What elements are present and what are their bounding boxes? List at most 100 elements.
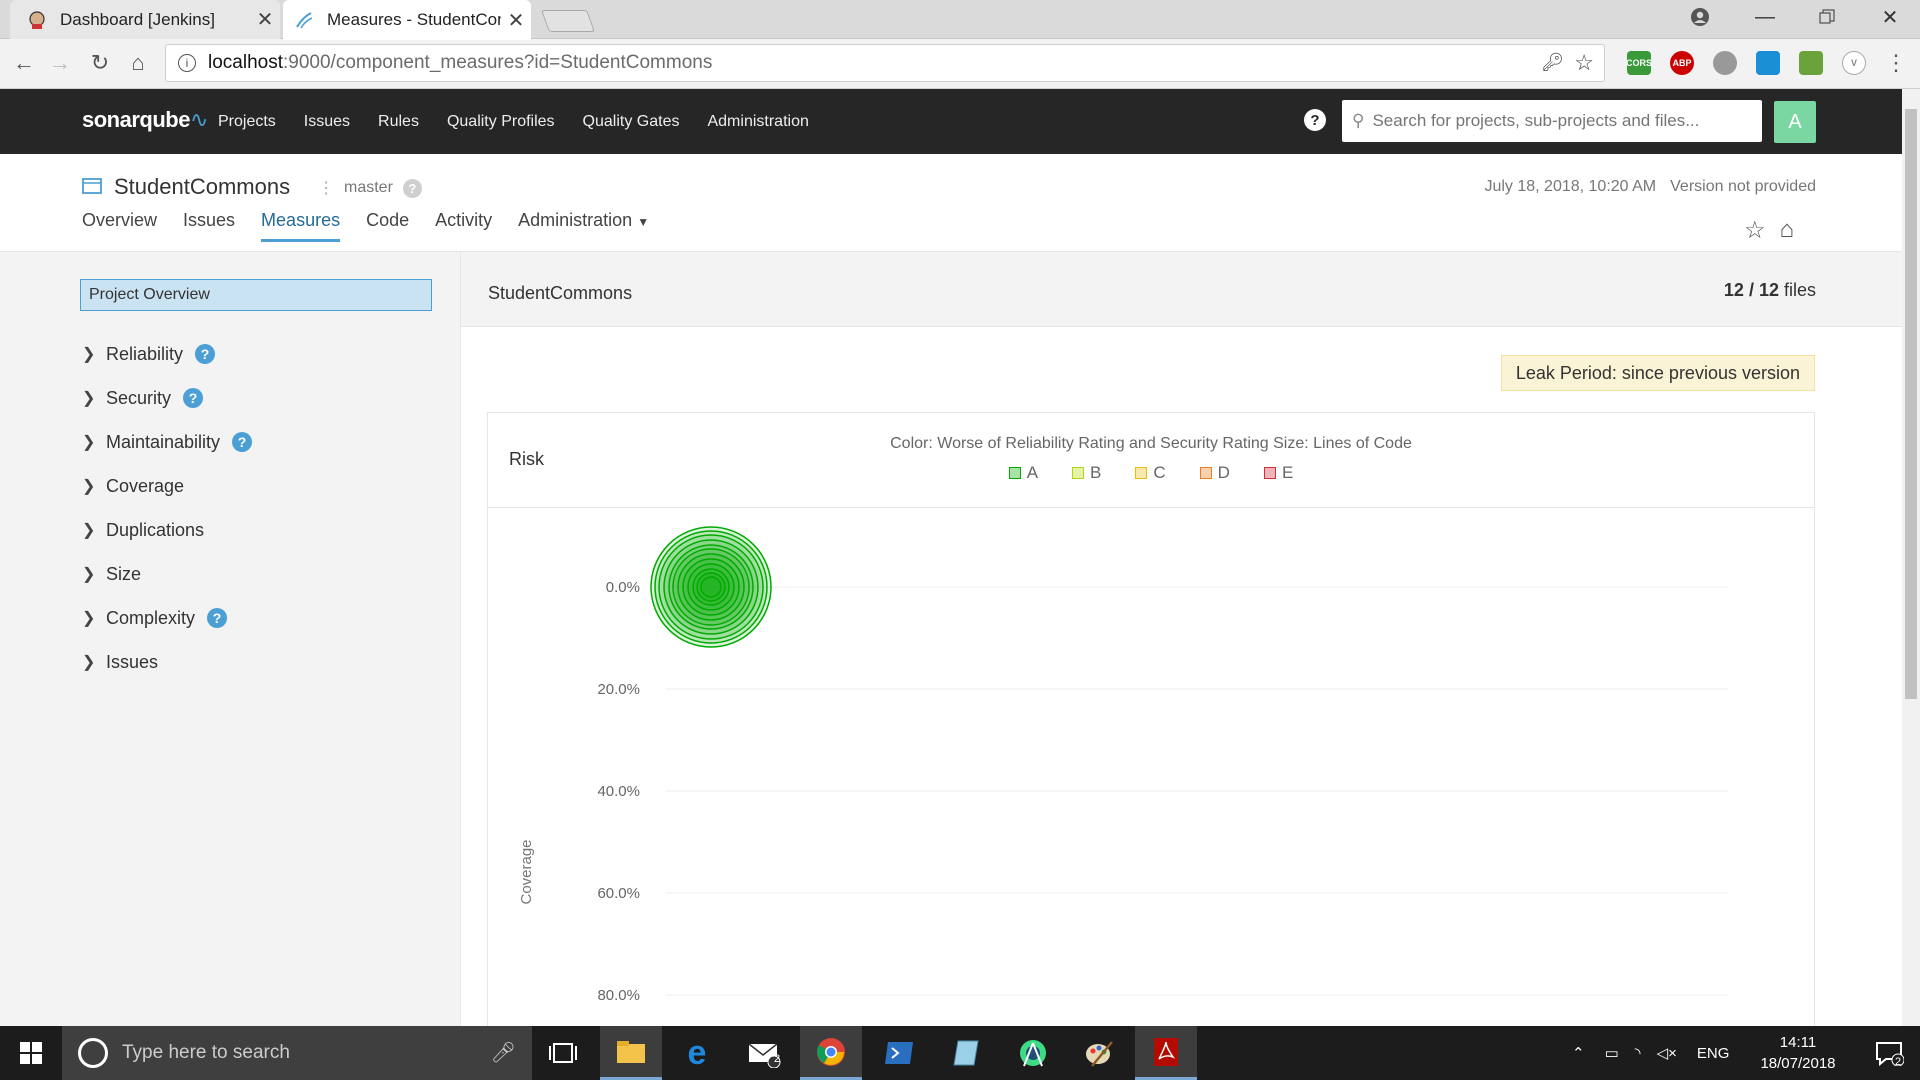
project-actions: ☆ ⌂ [1744, 216, 1794, 245]
close-icon[interactable]: ✕ [250, 7, 280, 32]
risk-bubble-chart: Risk Color: Worse of Reliability Rating … [487, 412, 1815, 1032]
address-bar[interactable]: i localhost:9000/component_measures?id=S… [165, 44, 1605, 82]
nav-rules[interactable]: Rules [378, 113, 419, 131]
domain-security[interactable]: ❯ Security? [82, 376, 252, 420]
main-menu: Projects Issues Rules Quality Profiles Q… [218, 89, 809, 154]
tab-activity[interactable]: Activity [435, 210, 492, 242]
chevron-up-icon[interactable]: ⌃ [1572, 1044, 1585, 1062]
help-icon[interactable]: ? [232, 432, 253, 452]
cors-extension-icon[interactable]: CORS [1626, 51, 1652, 75]
menu-icon[interactable]: ⋮ [1880, 47, 1912, 79]
domain-duplications[interactable]: ❯ Duplications [82, 508, 252, 552]
chart-description: Color: Worse of Reliability Rating and S… [890, 435, 1412, 452]
mail-badge: 2 [774, 1053, 781, 1065]
favorite-star-icon[interactable]: ☆ [1744, 216, 1766, 245]
nav-projects[interactable]: Projects [218, 113, 276, 131]
nav-administration[interactable]: Administration [707, 113, 808, 131]
project-title[interactable]: StudentCommons [82, 174, 290, 200]
domain-coverage[interactable]: ❯ Coverage [82, 464, 252, 508]
help-icon[interactable]: ? [402, 178, 422, 198]
cloud-extension-icon[interactable] [1713, 51, 1737, 75]
notifications-icon[interactable]: 2 [1858, 1026, 1920, 1080]
tab-code[interactable]: Code [366, 210, 409, 242]
project-overview-item[interactable]: Project Overview [80, 279, 432, 311]
paint-icon[interactable] [1068, 1026, 1130, 1080]
legend-item-e[interactable]: E [1263, 463, 1293, 483]
help-icon[interactable]: ? [1304, 109, 1326, 131]
domain-complexity[interactable]: ❯ Complexity? [82, 596, 252, 640]
file-explorer-icon[interactable] [600, 1026, 662, 1080]
domain-size[interactable]: ❯ Size [82, 552, 252, 596]
new-tab-button[interactable] [540, 10, 596, 32]
domain-reliability[interactable]: ❯ Reliability? [82, 332, 252, 376]
avatar[interactable]: A [1774, 101, 1816, 143]
reload-icon[interactable]: ↻ [84, 47, 116, 79]
home-icon[interactable]: ⌂ [1780, 216, 1795, 245]
chevron-right-icon: ❯ [82, 610, 96, 627]
tab-issues[interactable]: Issues [183, 210, 235, 242]
key-icon[interactable]: 🔑︎ [1541, 52, 1564, 73]
battery-icon[interactable]: ▭ [1605, 1044, 1619, 1062]
domain-maintainability[interactable]: ❯ Maintainability? [82, 420, 253, 464]
search-input[interactable] [1372, 111, 1743, 131]
help-icon[interactable]: ? [207, 608, 228, 628]
tab-overview[interactable]: Overview [82, 210, 157, 242]
close-icon[interactable]: ✕ [501, 8, 531, 33]
android-studio-icon[interactable] [1002, 1026, 1064, 1080]
scrollbar-thumb[interactable] [1905, 109, 1917, 699]
v-extension-icon[interactable]: V [1842, 51, 1866, 75]
files-count: 12 / 12 files [1723, 280, 1816, 300]
edge-icon[interactable]: e [666, 1026, 728, 1080]
back-button[interactable]: ← [8, 47, 40, 79]
mail-icon[interactable]: 2 [733, 1026, 795, 1080]
powershell-icon[interactable] [868, 1026, 930, 1080]
browser-tab-jenkins[interactable]: Dashboard [Jenkins] ✕ [10, 0, 280, 39]
domain-issues[interactable]: ❯ Issues [82, 640, 252, 684]
taskbar-clock[interactable]: 14:11 18/07/2018 [1745, 1032, 1851, 1074]
task-view-icon[interactable] [532, 1026, 594, 1080]
help-icon[interactable]: ? [195, 344, 216, 364]
tab-administration[interactable]: Administration ▼ [518, 210, 649, 242]
notepad-icon[interactable] [935, 1026, 997, 1080]
microphone-icon[interactable]: 🎤︎ [491, 1040, 516, 1065]
branch-selector[interactable]: ⋮ master ? [318, 178, 422, 198]
component-name[interactable]: StudentCommons [488, 283, 632, 304]
tab-measures[interactable]: Measures [261, 210, 341, 242]
chrome-icon[interactable] [800, 1026, 862, 1080]
legend-item-d[interactable]: D [1199, 463, 1230, 483]
jenkins-icon [28, 10, 46, 29]
y-tick-label: 40.0% [597, 783, 640, 800]
legend-item-a[interactable]: A [1008, 463, 1038, 483]
lock-extension-icon[interactable] [1799, 51, 1823, 75]
close-window-button[interactable]: ✕ [1860, 0, 1920, 34]
minimize-button[interactable]: — [1735, 0, 1795, 34]
windows-start-icon[interactable] [0, 1026, 62, 1080]
cortana-icon [78, 1038, 108, 1068]
browser-tab-measures[interactable]: Measures - StudentComm ✕ [283, 0, 531, 40]
sonarqube-logo[interactable]: sonarqube∿ [82, 107, 208, 133]
adblock-extension-icon[interactable]: ABP [1670, 51, 1694, 75]
page-scrollbar[interactable] [1902, 89, 1920, 1026]
acrobat-icon[interactable] [1135, 1026, 1197, 1080]
global-search[interactable]: ⚲ [1342, 100, 1762, 142]
project-name: StudentCommons [114, 174, 291, 199]
restore-button[interactable] [1797, 0, 1857, 34]
nav-issues[interactable]: Issues [304, 113, 350, 131]
nav-quality-profiles[interactable]: Quality Profiles [447, 113, 555, 131]
wifi-icon[interactable]: ◝ [1635, 1044, 1641, 1062]
home-icon[interactable]: ⌂ [122, 47, 154, 79]
volume-icon[interactable]: ◁× [1657, 1044, 1677, 1062]
language-indicator[interactable]: ENG [1697, 1045, 1730, 1062]
nav-quality-gates[interactable]: Quality Gates [583, 113, 680, 131]
forward-button[interactable]: → [44, 47, 76, 79]
star-icon[interactable]: ☆ [1574, 50, 1594, 76]
taskbar-search[interactable]: Type here to search 🎤︎ [62, 1026, 532, 1080]
legend-item-c[interactable]: C [1135, 463, 1166, 483]
notifications-badge: 2 [1895, 1056, 1902, 1068]
windows-extension-icon[interactable] [1756, 51, 1780, 75]
profile-icon[interactable] [1670, 0, 1730, 34]
info-icon[interactable]: i [178, 54, 196, 72]
file-bubble[interactable] [700, 576, 722, 598]
legend-item-b[interactable]: B [1072, 463, 1101, 483]
help-icon[interactable]: ? [183, 388, 204, 408]
